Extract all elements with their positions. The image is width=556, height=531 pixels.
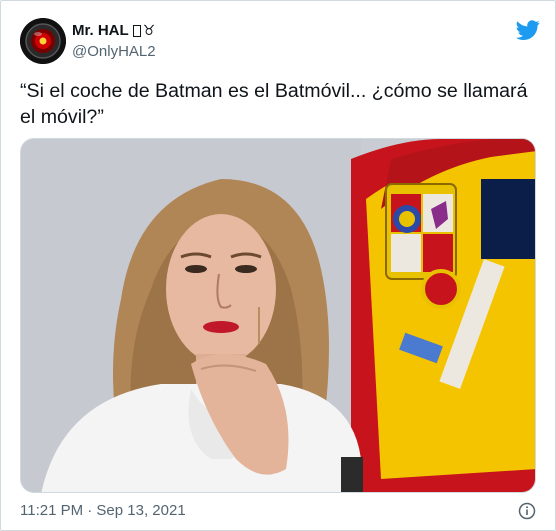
tweet-footer: 11:21 PM · Sep 13, 2021 [20, 501, 536, 521]
user-handle[interactable]: @OnlyHAL2 [72, 42, 156, 61]
twitter-bird-icon[interactable] [516, 18, 540, 42]
hal9000-eye-icon [20, 18, 66, 64]
tweet-header: Mr. HAL ♉ @OnlyHAL2 [20, 18, 540, 64]
timestamp[interactable]: 11:21 PM · Sep 13, 2021 [20, 502, 186, 519]
display-name[interactable]: Mr. HAL [72, 21, 129, 40]
missing-glyph-icon [132, 24, 141, 37]
tweet-card[interactable]: Mr. HAL ♉ @OnlyHAL2 “Si el coche de Batm… [0, 0, 556, 531]
taurus-emoji: ♉ [142, 22, 156, 38]
avatar[interactable] [20, 18, 66, 64]
tweet-photo[interactable] [20, 138, 536, 493]
user-info[interactable]: Mr. HAL ♉ @OnlyHAL2 [72, 21, 156, 61]
photo-image [21, 139, 535, 492]
tweet-text: “Si el coche de Batman es el Batmóvil...… [20, 80, 528, 128]
info-icon[interactable] [518, 502, 536, 520]
